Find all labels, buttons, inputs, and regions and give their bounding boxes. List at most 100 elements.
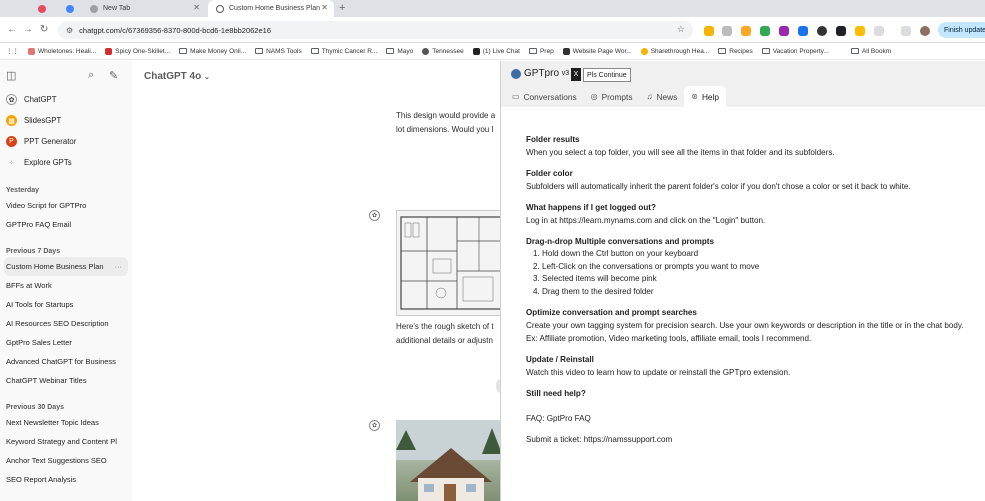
browser-tab-pinned-2[interactable] — [58, 0, 83, 17]
star-icon[interactable]: ☆ — [677, 24, 685, 35]
bookmark-favicon-icon — [472, 47, 480, 55]
download-icon[interactable] — [901, 26, 911, 36]
chat-history-item[interactable]: BFFs at Work — [0, 276, 132, 295]
new-chat-icon[interactable]: ✎ — [109, 69, 118, 82]
sidebar-item-chatgpt[interactable]: ✿ ChatGPT — [0, 89, 132, 110]
floor-plan-drawing — [400, 216, 500, 310]
extension-icon[interactable] — [817, 26, 827, 36]
chat-history-item[interactable]: AI Tools for Startups — [0, 295, 132, 314]
address-bar[interactable]: ⚙ chatgpt.com/c/67369356-8370-800d-bcd6-… — [58, 21, 693, 39]
chat-history-item-active[interactable]: Custom Home Business Plan ··· — [4, 257, 128, 276]
bookmark-item[interactable]: Spicy One-Skillet... — [105, 47, 170, 55]
bookmark-favicon-icon — [105, 47, 113, 55]
reload-icon[interactable]: ↻ — [40, 24, 48, 35]
close-icon[interactable]: ✕ — [321, 3, 328, 12]
step-item: Left-Click on the conversations or promp… — [542, 261, 976, 274]
avatar[interactable] — [920, 26, 930, 36]
bookmark-folder[interactable]: Recipes — [718, 48, 753, 55]
tab-prompts[interactable]: ◎ Prompts — [584, 86, 640, 107]
bookmark-folder[interactable]: Mayo — [386, 48, 413, 55]
bookmark-item[interactable]: (1) Live Chat — [472, 47, 520, 55]
gptpro-logo-icon — [511, 68, 521, 79]
extension-icon[interactable] — [704, 26, 714, 36]
toggle-sidebar-icon[interactable]: ◫ — [6, 69, 16, 82]
faq-link[interactable]: FAQ: GptPro FAQ — [526, 412, 976, 425]
extension-icon[interactable] — [741, 26, 751, 36]
apps-icon[interactable]: ⋮⋮ — [6, 47, 19, 55]
bookmark-item[interactable]: Website Page Wor... — [562, 47, 632, 55]
sidebar-header: ◫ ⌕ ✎ — [0, 61, 132, 89]
bookmark-folder[interactable]: Thymic Cancer R... — [310, 48, 377, 55]
floor-plan-sketch-image[interactable] — [396, 210, 500, 316]
help-section: Still need help? — [526, 387, 976, 400]
assistant-message-text: This design would provide a — [396, 111, 496, 120]
history-heading: Previous 30 Days — [6, 404, 64, 411]
forward-icon[interactable]: → — [23, 24, 33, 35]
extension-icon[interactable] — [722, 26, 732, 36]
chat-history-item[interactable]: Next Newsletter Topic Ideas — [0, 413, 132, 432]
close-icon[interactable]: ✕ — [193, 3, 200, 12]
browser-tab-new-tab[interactable]: New Tab ✕ — [82, 0, 206, 17]
extension-icon[interactable] — [836, 26, 846, 36]
sidebar-item-ppt-generator[interactable]: P PPT Generator — [0, 131, 132, 152]
close-panel-button[interactable]: X — [571, 68, 581, 81]
search-icon[interactable]: ⌕ — [88, 69, 94, 82]
step-item: Hold down the Ctrl button on your keyboa… — [542, 248, 976, 261]
sidebar-item-slidesgpt[interactable]: ▦ SlidesGPT — [0, 110, 132, 131]
chat-history-item[interactable]: Video Script for GPTPro — [0, 196, 132, 215]
new-tab-icon[interactable]: + — [339, 2, 345, 14]
bookmark-folder[interactable]: Prep — [528, 48, 554, 55]
lightbulb-icon: ◎ — [590, 92, 598, 101]
site-info-icon[interactable]: ⚙ — [66, 26, 73, 35]
model-selector[interactable]: ChatGPT 4o ⌄ — [144, 71, 210, 82]
bookmark-item[interactable]: Tennessee — [422, 47, 464, 55]
bookmark-folder[interactable]: NAMS Tools — [255, 48, 302, 55]
bookmark-item[interactable]: Sharethrough Hea... — [640, 47, 709, 55]
tab-label: New Tab — [103, 5, 131, 12]
chat-history-item[interactable]: AI Resources SEO Description — [0, 314, 132, 333]
history-heading: Yesterday — [6, 187, 40, 194]
bookmark-favicon-icon — [640, 47, 648, 55]
bookmark-item[interactable]: Wholetones: Heali... — [28, 47, 96, 55]
chat-history-item[interactable]: GPTPro FAQ Email — [0, 215, 132, 234]
chat-history-item[interactable]: GptPro Sales Letter — [0, 333, 132, 352]
chat-history-item[interactable]: Anchor Text Suggestions SEO — [0, 451, 132, 470]
tab-conversations[interactable]: ▭ Conversations — [505, 86, 584, 107]
help-section: What happens if I get logged out? Log in… — [526, 201, 976, 227]
chrome-icon — [90, 4, 98, 13]
house-rendering-image[interactable] — [396, 420, 500, 501]
extension-icon[interactable] — [779, 26, 789, 36]
help-section: Folder color Subfolders will automatical… — [526, 167, 976, 193]
extension-icon[interactable] — [855, 26, 865, 36]
chat-history-item[interactable]: Keyword Strategy and Content Pl — [0, 432, 132, 451]
bookmark-folder[interactable]: Vacation Property... — [761, 48, 829, 55]
chat-history-item[interactable]: Advanced ChatGPT for Business — [0, 352, 132, 371]
chat-bubble-icon: ▭ — [512, 92, 520, 101]
bookmark-folder[interactable]: Make Money Onli... — [179, 48, 246, 55]
folder-icon — [179, 48, 188, 54]
help-lifebuoy-icon: ⊛ — [691, 92, 698, 101]
extensions-puzzle-icon[interactable] — [874, 26, 884, 36]
all-bookmarks-folder[interactable]: All Bookm — [850, 48, 891, 55]
chat-history-item[interactable]: ChatGPT Webinar Titles — [0, 371, 132, 390]
help-section-body: When you select a top folder, you will s… — [526, 148, 835, 157]
extension-icon[interactable] — [760, 26, 770, 36]
openai-icon: ✿ — [6, 94, 17, 105]
sidebar-item-explore-gpts[interactable]: ⁘ Explore GPTs — [0, 152, 132, 173]
url-text: chatgpt.com/c/67369356-8370-800d-bcd6-1e… — [79, 25, 271, 35]
finish-update-button[interactable]: Finish update — [938, 22, 985, 38]
chat-history-item[interactable]: SEO Report Analysis — [0, 470, 132, 489]
tab-news[interactable]: ♫ News — [639, 86, 684, 107]
bell-icon: ♫ — [646, 92, 653, 101]
help-section-title: Folder color — [526, 169, 573, 178]
browser-tab-pinned-1[interactable] — [30, 0, 55, 17]
more-options-icon[interactable]: ··· — [115, 262, 123, 271]
help-section-body: Create your own tagging system for preci… — [526, 321, 964, 343]
tab-help[interactable]: ⊛ Help — [684, 86, 727, 107]
back-icon[interactable]: ← — [7, 24, 17, 35]
extension-icon[interactable] — [798, 26, 808, 36]
assistant-message-text: Here's the rough sketch of t — [396, 322, 494, 331]
gptpro-brand: GPTpro v3 — [511, 68, 569, 79]
support-ticket-link[interactable]: Submit a ticket: https://namssupport.com — [526, 433, 976, 446]
browser-tab-active[interactable]: Custom Home Business Plan ✕ — [208, 0, 334, 17]
